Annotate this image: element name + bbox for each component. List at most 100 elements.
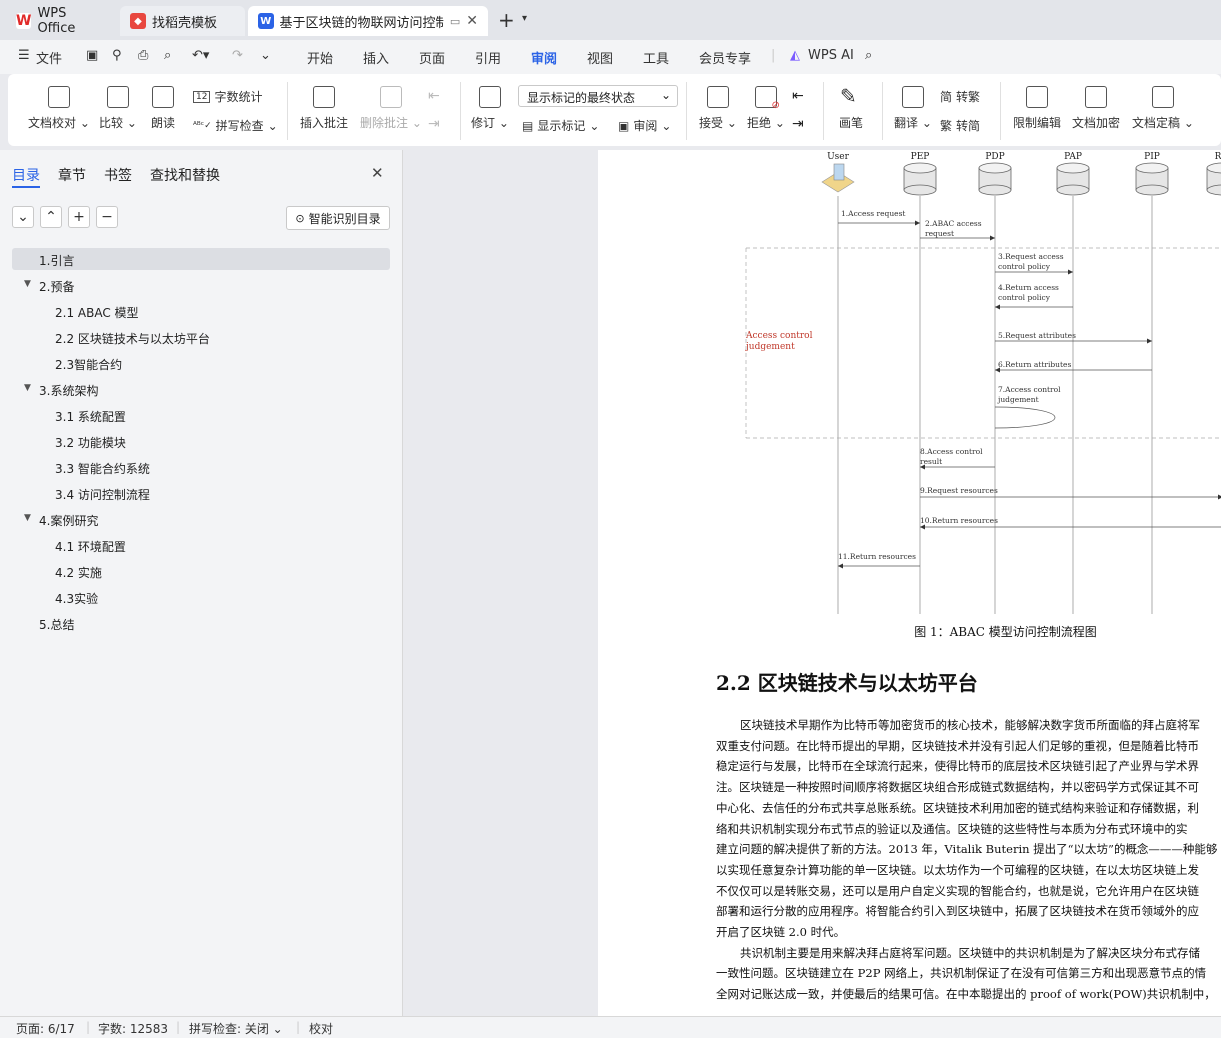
redo-icon[interactable]: ↷ [232, 48, 243, 63]
collapse-up-button[interactable]: ⌃ [40, 206, 62, 228]
tab-label: WPS Office [37, 6, 76, 36]
arrowhead [1068, 269, 1073, 275]
toc-item[interactable]: 4.案例研究 [39, 512, 98, 529]
spell-check-status[interactable]: 拼写检查: 关闭 ⌄ [189, 1020, 283, 1037]
toc-item[interactable]: 2.预备 [39, 278, 74, 295]
word-count-button[interactable]: 12 字数统计 [193, 88, 262, 105]
expand-arrow-icon[interactable]: ▼ [24, 383, 31, 393]
group-label: Access control [745, 331, 813, 341]
page-indicator[interactable]: 页面: 6/17 [16, 1020, 75, 1037]
comment-delete-icon [379, 86, 402, 108]
print-icon[interactable]: ⎙ [138, 48, 148, 63]
chevron-down-icon[interactable]: ⌄ [260, 48, 271, 63]
finalize-button[interactable]: 文档定稿 ⌄ [1132, 86, 1194, 131]
message-label: request [925, 229, 954, 238]
toc-item[interactable]: 3.4 访问控制流程 [55, 486, 150, 503]
word-count-indicator[interactable]: 字数: 12583 [98, 1020, 168, 1037]
compare-button[interactable]: 比较 ⌄ [99, 86, 137, 131]
review-pane-button[interactable]: ▣ 审阅 ⌄ [618, 117, 671, 134]
show-markup-button[interactable]: ▤ 显示标记 ⌄ [522, 117, 599, 134]
menu-start[interactable]: 开始 [307, 48, 333, 67]
display-state-value: 显示标记的最终状态 [527, 91, 636, 105]
encrypt-button[interactable]: 文档加密 [1072, 86, 1120, 131]
previous-change-icon[interactable]: ⇤ [792, 88, 804, 104]
spell-check-icon: ᴬᴮᶜ✓ [193, 120, 212, 131]
toc-item[interactable]: 3.2 功能模块 [55, 434, 126, 451]
message-label: 10.Return resources [920, 516, 998, 525]
proofread-status[interactable]: 校对 [309, 1020, 333, 1037]
tab-toc[interactable]: 目录 [12, 165, 40, 185]
search-icon[interactable]: ⌕ [865, 48, 872, 63]
toc-item[interactable]: 3.系统架构 [39, 382, 98, 399]
restrict-edit-button[interactable]: 限制编辑 [1013, 86, 1061, 131]
menu-wps-ai[interactable]: WPS AI [808, 48, 854, 63]
translate-button[interactable]: 翻译 ⌄ [894, 86, 932, 131]
menu-file[interactable]: 文件 [36, 48, 62, 67]
actor-label: Res [1215, 152, 1221, 162]
menu-references[interactable]: 引用 [475, 48, 501, 67]
toc-item[interactable]: 3.1 系统配置 [55, 408, 126, 425]
menu-review[interactable]: 审阅 [531, 48, 557, 67]
display-state-select[interactable]: 显示标记的最终状态 ⌄ [518, 85, 678, 107]
expand-arrow-icon[interactable]: ▼ [24, 513, 31, 523]
next-comment-icon[interactable]: ⇥ [428, 116, 440, 132]
print-preview-icon[interactable]: ⌕ [164, 48, 171, 63]
share-icon[interactable]: ⚲ [112, 48, 122, 63]
toc-item[interactable]: 4.3实验 [55, 590, 98, 607]
toc-item[interactable]: 2.2 区块链技术与以太坊平台 [55, 330, 210, 347]
next-change-icon[interactable]: ⇥ [792, 116, 804, 132]
close-icon[interactable]: ✕ [371, 164, 384, 182]
tab-wps-office[interactable]: W WPS Office [6, 6, 116, 36]
menu-membership[interactable]: 会员专享 [699, 48, 751, 67]
toc-item[interactable]: 2.1 ABAC 模型 [55, 304, 139, 321]
remove-toc-item-button[interactable]: − [96, 206, 118, 228]
smart-toc-button[interactable]: ⊙ 智能识别目录 [286, 206, 390, 230]
expand-arrow-icon[interactable]: ▼ [24, 279, 31, 289]
save-icon[interactable]: ▣ [86, 48, 98, 63]
text-line: 以实现任意复杂计算功能的单一区块链。以太坊作为一个可编程的区块链，在以太坊区块链… [716, 862, 1199, 877]
lock-document-icon [1026, 86, 1048, 108]
previous-comment-icon[interactable]: ⇤ [428, 88, 440, 104]
accept-button[interactable]: 接受 ⌄ [699, 86, 737, 131]
restrict-edit-label: 限制编辑 [1013, 116, 1062, 130]
tab-bookmarks[interactable]: 书签 [104, 165, 132, 185]
revise-button[interactable]: 修订 ⌄ [471, 86, 509, 131]
close-icon[interactable]: ✕ [466, 13, 478, 29]
pen-button[interactable]: ✎ 画笔 [839, 86, 863, 131]
tab-find-replace[interactable]: 查找和替换 [150, 165, 220, 185]
spell-check-button[interactable]: ᴬᴮᶜ✓ 拼写检查 ⌄ [193, 117, 278, 134]
hamburger-icon[interactable]: ☰ [18, 48, 30, 63]
menu-view[interactable]: 视图 [587, 48, 613, 67]
tab-document[interactable]: W 基于区块链的物联网访问控制 ▭ ✕ [248, 6, 488, 36]
insert-comment-label: 插入批注 [300, 116, 349, 130]
to-simplified-button[interactable]: 繁 转简 [940, 117, 980, 134]
text-line: 区块链技术早期作为比特币等加密货币的核心技术，能够解决数字货币所面临的拜占庭将军 [740, 718, 1200, 732]
toc-item[interactable]: 3.3 智能合约系统 [55, 460, 150, 477]
toc-item[interactable]: 4.1 环境配置 [55, 538, 126, 555]
doc-check-button[interactable]: 文档校对 ⌄ [28, 86, 90, 131]
simplified-icon: 繁 [940, 119, 953, 133]
menu-page[interactable]: 页面 [419, 48, 445, 67]
writer-icon: W [258, 13, 274, 29]
toc-item[interactable]: 1.引言 [39, 252, 74, 269]
reject-button[interactable]: ⊘ 拒绝 ⌄ [747, 86, 785, 131]
menu-insert[interactable]: 插入 [363, 48, 389, 67]
tab-docer[interactable]: ◆ 找稻壳模板 [120, 6, 245, 36]
add-toc-item-button[interactable]: + [68, 206, 90, 228]
new-tab-icon[interactable]: + [498, 8, 515, 32]
menu-bar: ☰ 文件 ▣ ⚲ ⎙ ⌕ ↶▾ ↷ ⌄ 开始 插入 页面 引用 审阅 视图 工具… [0, 40, 1221, 107]
section-heading: 2.2 区块链技术与以太坊平台 [716, 671, 978, 695]
toc-item[interactable]: 5.总结 [39, 616, 74, 633]
to-traditional-button[interactable]: 简 转繁 [940, 88, 980, 105]
undo-icon[interactable]: ↶▾ [192, 48, 209, 63]
arrowhead [838, 563, 843, 569]
read-aloud-button[interactable]: 朗读 [151, 86, 175, 131]
delete-comment-button[interactable]: 删除批注 ⌄ [360, 86, 422, 131]
collapse-all-button[interactable]: ⌄ [12, 206, 34, 228]
toc-item[interactable]: 2.3智能合约 [55, 356, 122, 373]
menu-tools[interactable]: 工具 [643, 48, 669, 67]
insert-comment-button[interactable]: 插入批注 [300, 86, 348, 131]
toc-item[interactable]: 4.2 实施 [55, 564, 102, 581]
tab-chapters[interactable]: 章节 [58, 165, 86, 185]
chevron-down-icon[interactable]: ▾ [522, 13, 527, 24]
